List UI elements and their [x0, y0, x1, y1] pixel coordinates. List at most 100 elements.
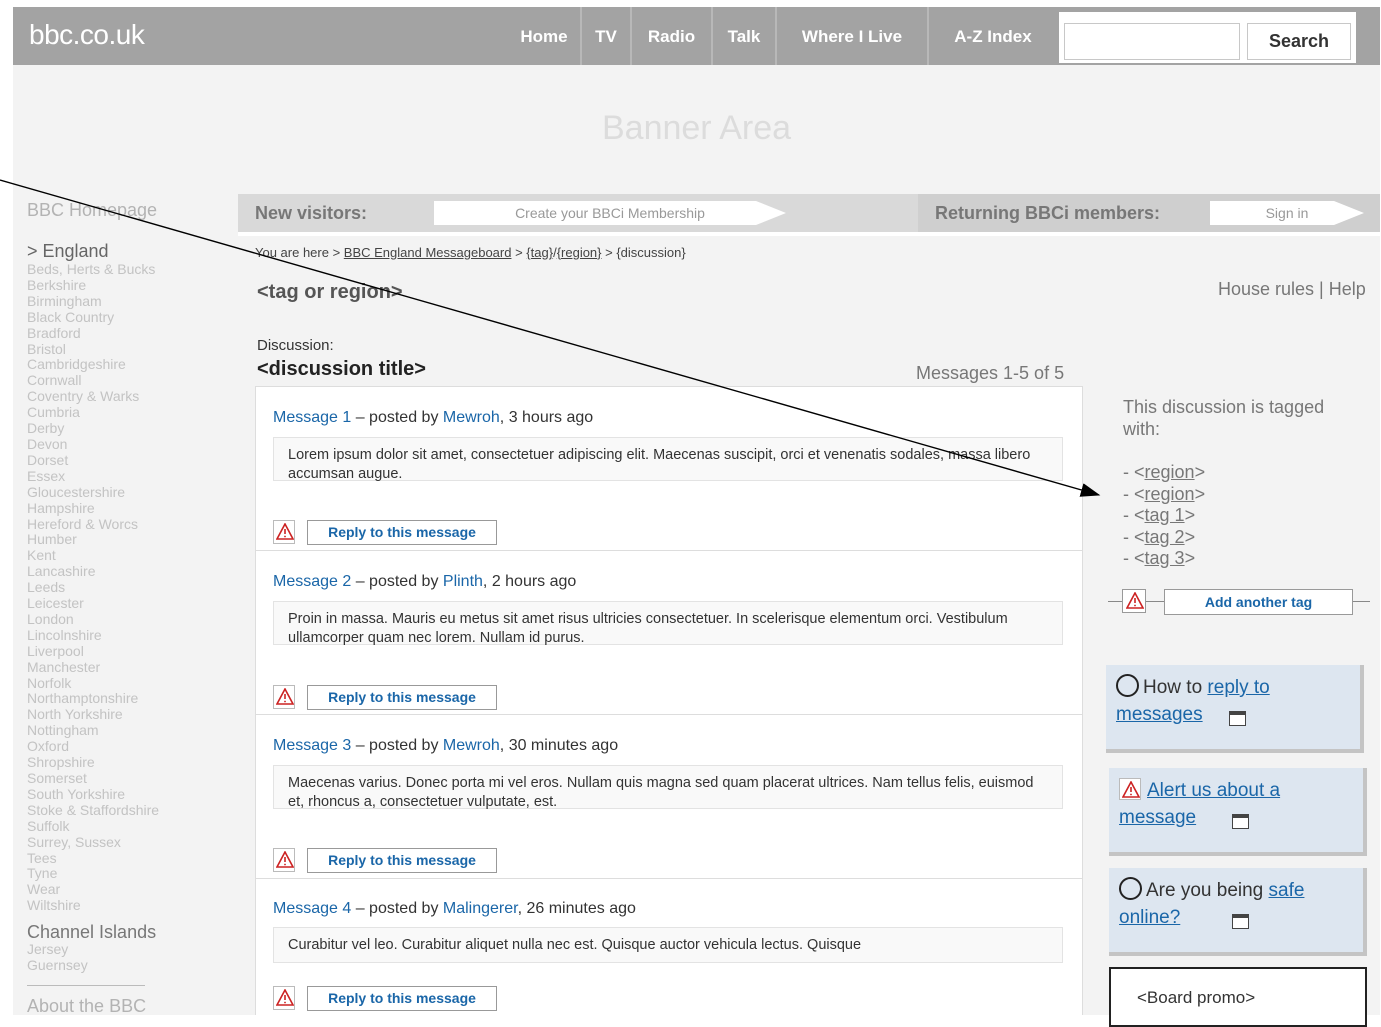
help-safe-prefix: Are you being	[1146, 880, 1269, 901]
nav-radio[interactable]: Radio	[632, 7, 711, 65]
reply-button[interactable]: Reply to this message	[307, 685, 497, 710]
breadcrumb-tag-link[interactable]: {tag}	[526, 245, 553, 260]
tag-item: - <tag 1>	[1123, 505, 1205, 527]
tag-link[interactable]: tag 3	[1145, 548, 1185, 568]
sidebar-county-item[interactable]: Lincolnshire	[27, 627, 159, 644]
nav-tv[interactable]: TV	[582, 7, 630, 65]
sidebar-county-item[interactable]: South Yorkshire	[27, 786, 159, 803]
sidebar-county-item[interactable]: Beds, Herts & Bucks	[27, 261, 159, 278]
alert-icon[interactable]	[273, 848, 295, 872]
sidebar-county-item[interactable]: Manchester	[27, 659, 159, 676]
sidebar-county-item[interactable]: Leeds	[27, 579, 159, 596]
sidebar-county-item[interactable]: Wiltshire	[27, 897, 159, 914]
reply-button[interactable]: Reply to this message	[307, 848, 497, 873]
sidebar-county-item[interactable]: Shropshire	[27, 754, 159, 771]
top-navigation-bar: bbc.co.uk Home TV Radio Talk Where I Liv…	[13, 7, 1380, 65]
alert-icon[interactable]	[273, 685, 295, 709]
main-content: <tag or region> House rules | Help Discu…	[238, 266, 1380, 1027]
help-safe-link[interactable]: online?	[1119, 907, 1180, 928]
sidebar-county-item[interactable]: Northamptonshire	[27, 691, 159, 707]
message-number[interactable]: Message 3	[273, 737, 351, 754]
breadcrumb-board-link[interactable]: BBC England Messageboard	[344, 245, 512, 260]
sidebar-county-item[interactable]: Bristol	[27, 341, 159, 358]
message-number[interactable]: Message 2	[273, 573, 351, 590]
sidebar-county-item[interactable]: Cambridgeshire	[27, 357, 159, 373]
house-rules-help-links[interactable]: House rules | Help	[1218, 279, 1366, 300]
message-item: Message 2 – posted by Plinth, 2 hours ag…	[256, 551, 1082, 714]
alert-icon[interactable]	[1122, 589, 1146, 613]
help-alert-box: Alert us about a message	[1109, 768, 1367, 856]
tag-link[interactable]: tag 2	[1145, 527, 1185, 547]
sidebar-county-item[interactable]: Tees	[27, 850, 159, 867]
sidebar-county-item[interactable]: Black Country	[27, 309, 159, 326]
help-safe-link[interactable]: safe	[1269, 880, 1305, 901]
sidebar-county-item[interactable]: Lancashire	[27, 563, 159, 580]
sidebar-county-item[interactable]: Norfolk	[27, 675, 159, 692]
sidebar-home-link[interactable]: BBC Homepage	[27, 200, 157, 221]
sidebar-county-item[interactable]: Essex	[27, 468, 159, 485]
sidebar-county-item[interactable]: Dorset	[27, 452, 159, 469]
alert-icon[interactable]	[273, 986, 295, 1010]
sidebar-county-item[interactable]: Leicester	[27, 595, 159, 612]
reply-button[interactable]: Reply to this message	[307, 986, 497, 1011]
sidebar-county-item[interactable]: Derby	[27, 420, 159, 437]
help-reply-link[interactable]: messages	[1116, 704, 1203, 725]
sidebar-county-item[interactable]: Liverpool	[27, 643, 159, 660]
sidebar-county-item[interactable]: Humber	[27, 532, 159, 548]
sidebar-county-item[interactable]: Oxford	[27, 738, 159, 755]
sidebar-county-item[interactable]: Berkshire	[27, 277, 159, 294]
help-alert-link[interactable]: Alert us about a	[1147, 780, 1280, 801]
sidebar-county-item[interactable]: Devon	[27, 436, 159, 453]
sidebar-county-item[interactable]: Hereford & Worcs	[27, 516, 159, 533]
posted-by: – posted by	[351, 737, 443, 754]
reply-button[interactable]: Reply to this message	[307, 520, 497, 545]
tag-link[interactable]: tag 1	[1145, 505, 1185, 525]
sidebar-county-item[interactable]: Wear	[27, 881, 159, 898]
message-author[interactable]: Mewroh	[443, 409, 500, 426]
sidebar-county-item[interactable]: Cumbria	[27, 404, 159, 421]
sidebar-item-jersey[interactable]: Jersey	[27, 941, 68, 957]
sidebar-county-item[interactable]: Somerset	[27, 770, 159, 787]
message-author[interactable]: Plinth	[443, 573, 483, 590]
sidebar-county-item[interactable]: Cornwall	[27, 372, 159, 389]
tag-link[interactable]: region	[1145, 462, 1195, 482]
sidebar-county-item[interactable]: Stoke & Staffordshire	[27, 802, 159, 819]
help-reply-link[interactable]: reply to	[1207, 677, 1269, 698]
help-alert-link[interactable]: message	[1119, 807, 1196, 828]
nav-where-i-live[interactable]: Where I Live	[777, 7, 927, 65]
add-tag-button[interactable]: Add another tag	[1164, 589, 1353, 615]
search-button[interactable]: Search	[1247, 23, 1351, 60]
sidebar-county-item[interactable]: Bradford	[27, 325, 159, 342]
nav-talk[interactable]: Talk	[713, 7, 775, 65]
sidebar-county-item[interactable]: Coventry & Warks	[27, 388, 159, 405]
sidebar-county-item[interactable]: Tyne	[27, 866, 159, 882]
sidebar-region-england[interactable]: > England	[27, 241, 109, 262]
sidebar-about-bbc[interactable]: About the BBC	[27, 996, 146, 1017]
sidebar-channel-islands[interactable]: Channel Islands	[27, 922, 156, 943]
sign-in-button[interactable]: Sign in	[1210, 201, 1364, 225]
sidebar-county-item[interactable]: Surrey, Sussex	[27, 834, 159, 851]
nav-a-z-index[interactable]: A-Z Index	[929, 7, 1057, 65]
search-input[interactable]	[1064, 23, 1240, 60]
sidebar-county-item[interactable]: Hampshire	[27, 500, 159, 517]
message-number[interactable]: Message 4	[273, 900, 351, 917]
sidebar-county-item[interactable]: Nottingham	[27, 722, 159, 739]
sidebar-county-item[interactable]: Birmingham	[27, 293, 159, 310]
sidebar-county-item[interactable]: Kent	[27, 547, 159, 564]
board-promo[interactable]: <Board promo>	[1109, 967, 1367, 1027]
sidebar-item-guernsey[interactable]: Guernsey	[27, 957, 88, 973]
create-membership-button[interactable]: Create your BBCi Membership	[434, 201, 786, 225]
sidebar-county-item[interactable]: Suffolk	[27, 818, 159, 835]
message-number[interactable]: Message 1	[273, 409, 351, 426]
bbc-logo[interactable]: bbc.co.uk	[29, 19, 145, 51]
alert-icon[interactable]	[273, 520, 295, 544]
nav-home[interactable]: Home	[508, 7, 580, 65]
tag-link[interactable]: region	[1145, 484, 1195, 504]
breadcrumb-region-link[interactable]: {region}	[557, 245, 602, 260]
sidebar-county-item[interactable]: North Yorkshire	[27, 706, 159, 723]
message-author[interactable]: Mewroh	[443, 737, 500, 754]
message-author[interactable]: Malingerer	[443, 900, 518, 917]
sidebar-county-item[interactable]: Gloucestershire	[27, 484, 159, 501]
message-list: Message 1 – posted by Mewroh, 3 hours ag…	[255, 386, 1083, 1016]
sidebar-county-item[interactable]: London	[27, 611, 159, 628]
